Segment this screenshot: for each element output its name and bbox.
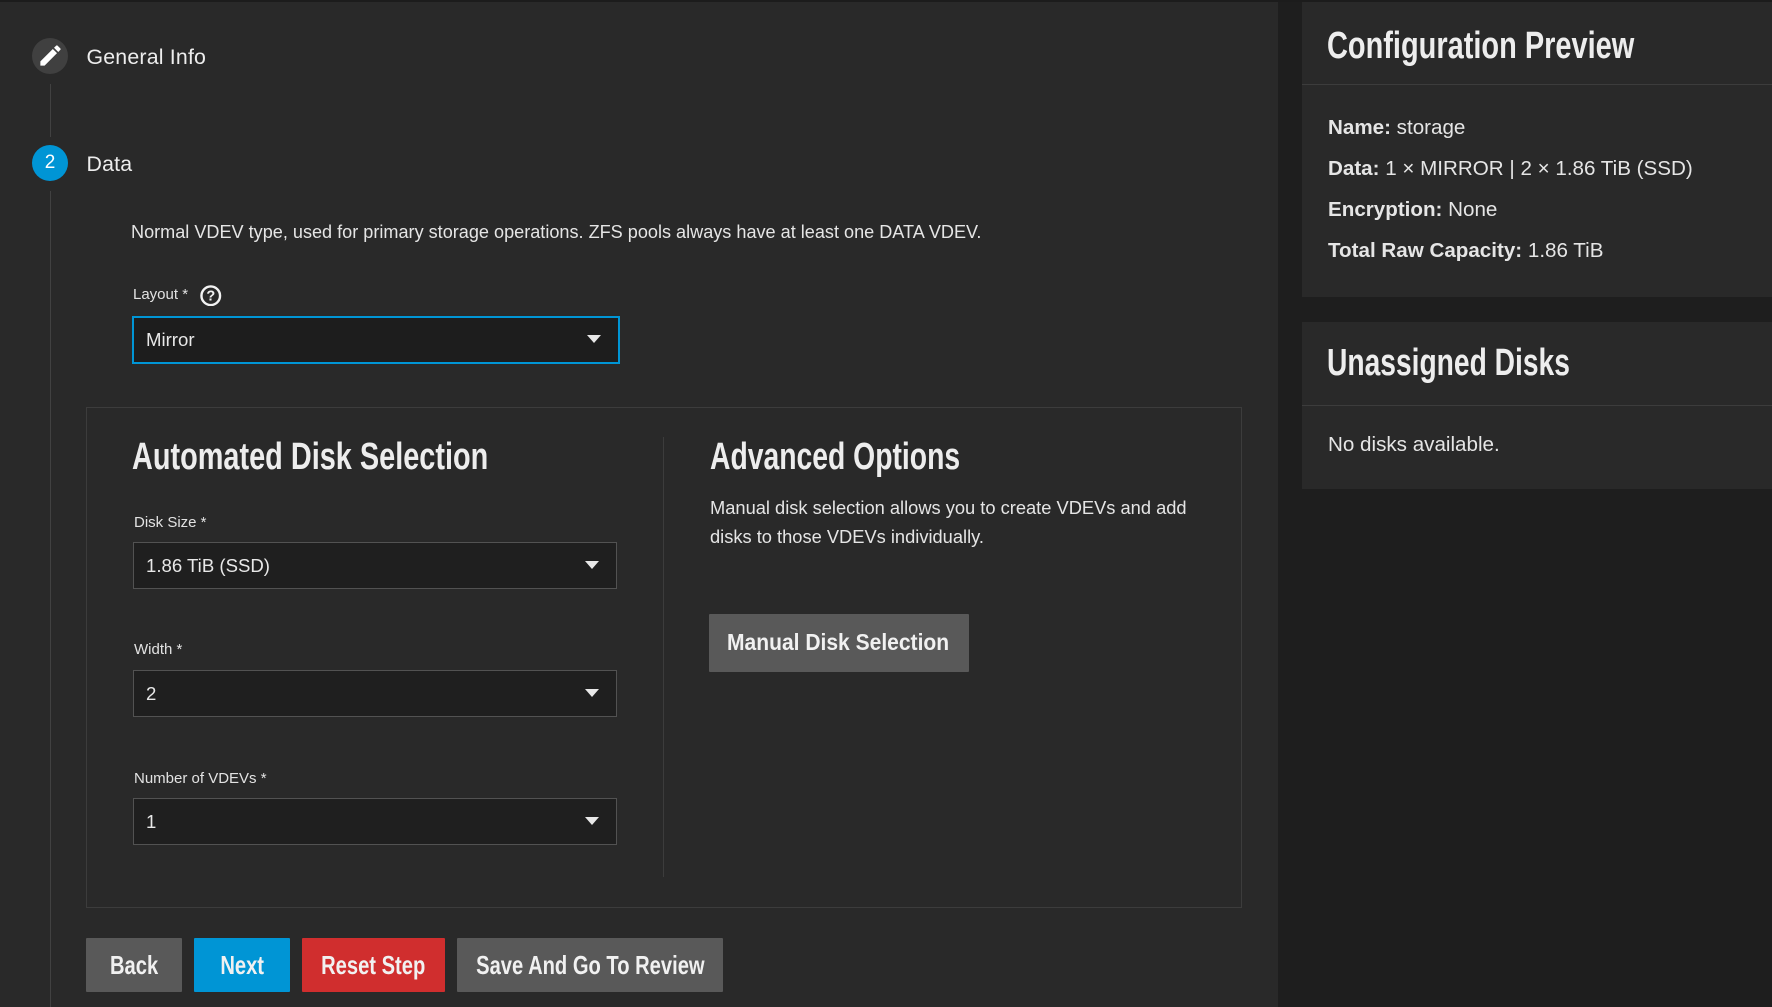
svg-text:?: ?	[206, 288, 215, 304]
